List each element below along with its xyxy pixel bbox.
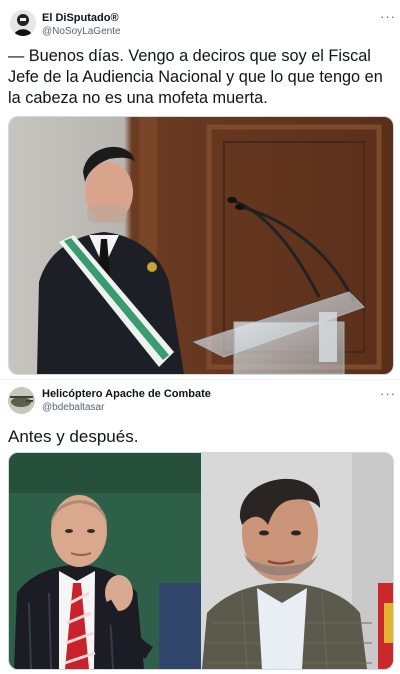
more-options-icon[interactable]: ··· xyxy=(380,9,396,24)
tweet-image-after[interactable] xyxy=(201,452,394,670)
tweet-text: Antes y después. xyxy=(8,427,139,446)
author-name[interactable]: El DiSputado® xyxy=(42,12,119,24)
author-handle[interactable]: @NoSoyLaGente xyxy=(42,26,121,37)
more-options-icon[interactable]: ··· xyxy=(380,386,396,401)
tweet-1[interactable]: El DiSputado® @NoSoyLaGente ··· — Buenos… xyxy=(0,0,400,378)
avatar[interactable] xyxy=(8,387,35,414)
tweet-2[interactable]: Helicóptero Apache de Combate @bdebaltas… xyxy=(0,380,400,674)
author-name[interactable]: Helicóptero Apache de Combate xyxy=(42,388,211,400)
avatar[interactable] xyxy=(10,10,36,36)
tweet-image[interactable] xyxy=(8,116,394,375)
author-handle[interactable]: @bdebaltasar xyxy=(42,402,104,413)
tweet-text: — Buenos días. Vengo a deciros que soy e… xyxy=(8,47,383,107)
tweet-image-before[interactable] xyxy=(8,452,202,670)
